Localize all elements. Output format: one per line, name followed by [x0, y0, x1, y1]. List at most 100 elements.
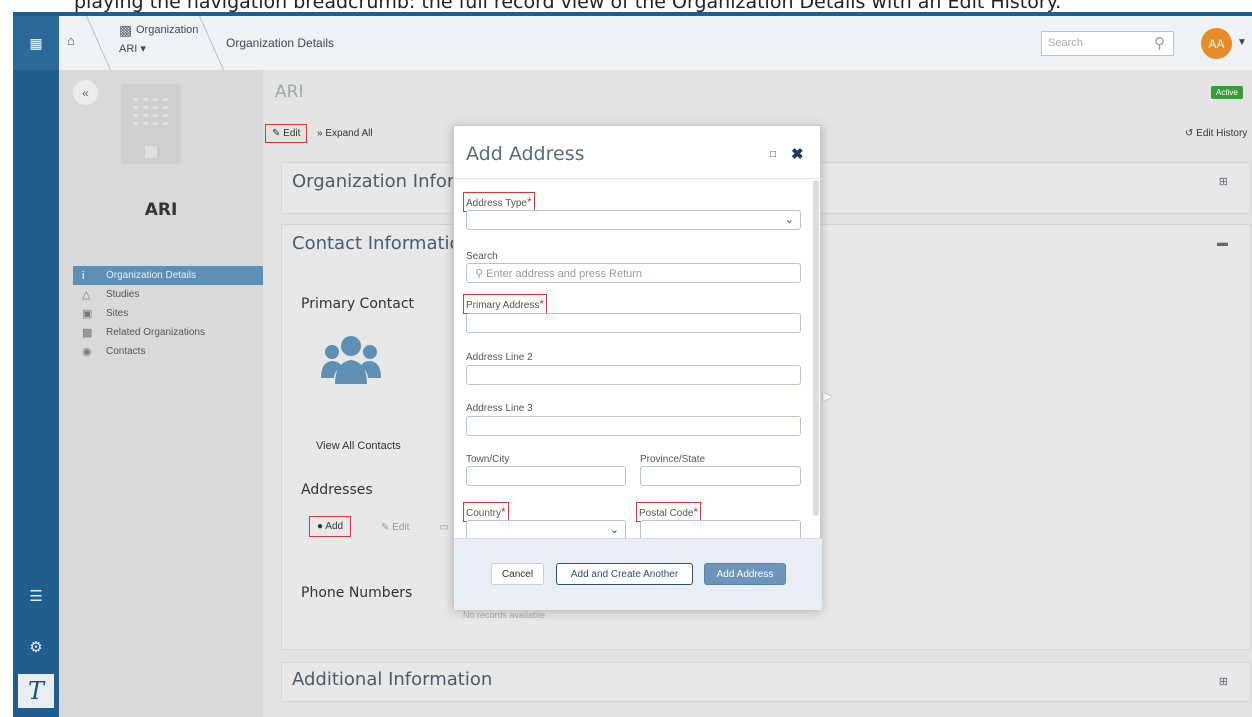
close-icon[interactable]: ✖ — [791, 145, 804, 163]
avatar[interactable]: AA — [1201, 28, 1232, 59]
add-and-create-another-button[interactable]: Add and Create Another — [556, 563, 693, 585]
crumb-separator — [185, 16, 225, 70]
additional-info-panel: Additional Information ⊞ — [281, 662, 1251, 702]
tutorial-caption: playing the navigation breadcrumb: the f… — [0, 0, 1252, 12]
country-select[interactable]: ⌄ — [466, 520, 626, 540]
plus-circle-icon: ● — [317, 521, 324, 532]
expand-all-button[interactable]: » Expand All — [317, 128, 373, 139]
collapse-sidebar-button[interactable]: « — [73, 80, 98, 105]
sidebar: « ARI i Organization Details △ Studies ▣ Si… — [59, 70, 263, 717]
app-grid-icon[interactable]: ▦ — [13, 16, 59, 70]
info-icon: i — [82, 269, 85, 282]
collapse-icon[interactable]: ▬ — [1217, 237, 1228, 249]
no-records-text: No records available — [463, 610, 546, 620]
double-chevron-icon: » — [317, 128, 323, 139]
edit-button[interactable]: ✎ Edit — [265, 124, 308, 143]
label-text: Primary Address — [466, 300, 540, 311]
section-title: Contact Information — [292, 233, 472, 254]
address-search-input[interactable]: ⚲ Enter address and press Return — [466, 263, 801, 283]
sidebar-item-label: Sites — [106, 308, 129, 319]
search-placeholder: Search — [1048, 37, 1083, 49]
chevron-down-icon[interactable]: ▼ — [1237, 37, 1247, 48]
maximize-icon[interactable]: □ — [770, 149, 776, 160]
country-label: Country* — [463, 502, 509, 522]
town-label: Town/City — [466, 454, 510, 465]
building-icon: ▩ — [82, 327, 93, 339]
search-input[interactable]: Search ⚲ — [1041, 31, 1174, 56]
mouse-cursor-icon: ▶ — [823, 389, 833, 403]
crumb-separator — [72, 16, 112, 70]
dialog-title: Add Address — [466, 143, 585, 165]
label-text: Postal Code — [639, 508, 694, 519]
sidebar-nav: i Organization Details △ Studies ▣ Sites ▩ R… — [73, 266, 263, 361]
chevron-down-icon: ⌄ — [609, 524, 619, 536]
province-label: Province/State — [640, 454, 706, 465]
search-icon: ⚲ — [475, 268, 484, 280]
pencil-icon: ✎ — [381, 522, 390, 533]
breadcrumb-org-label: Organization — [136, 24, 199, 36]
org-selector[interactable]: ARI ▾ — [119, 42, 146, 55]
edit-label: Edit — [392, 522, 410, 533]
left-rail: ☰ ⚙ T — [13, 70, 59, 717]
search-icon: ⚲ — [1154, 35, 1165, 52]
caption-text: playing the navigation breadcrumb: the f… — [74, 0, 1062, 12]
edit-address-button[interactable]: ✎ Edit — [381, 522, 409, 533]
edit-label: Edit — [283, 128, 301, 139]
required-mark: * — [693, 505, 699, 519]
province-state-field[interactable] — [640, 466, 801, 486]
trash-icon[interactable]: ▭ — [439, 522, 448, 533]
sidebar-item-organization-details[interactable]: i Organization Details — [73, 266, 263, 285]
sidebar-item-contacts[interactable]: ◉ Contacts — [73, 342, 263, 361]
app-window: ▦ ⌂ ▩ Organization ARI ▾ Organization De… — [13, 12, 1252, 717]
edit-history-button[interactable]: ↺ Edit History — [1185, 128, 1247, 139]
required-mark: * — [539, 297, 545, 311]
search-placeholder: ⚲ Enter address and press Return — [475, 267, 642, 280]
phone-numbers-heading: Phone Numbers — [301, 585, 413, 601]
org-selector-value: ARI — [119, 43, 138, 55]
sidebar-item-related-organizations[interactable]: ▩ Related Organizations — [73, 323, 263, 342]
add-address-button[interactable]: ● Add — [309, 516, 352, 537]
building-icon: ▩ — [119, 22, 133, 38]
town-city-field[interactable] — [466, 466, 626, 486]
add-address-submit-button[interactable]: Add Address — [704, 563, 786, 585]
caret-down-icon: ▾ — [140, 43, 146, 55]
required-mark: * — [526, 195, 532, 209]
home-icon[interactable]: ⌂ — [67, 33, 75, 48]
section-title: Additional Information — [292, 669, 493, 690]
dialog-footer: Cancel Add and Create Another Add Addres… — [454, 538, 822, 610]
people-icon — [321, 336, 381, 384]
gear-icon[interactable]: ⚙ — [13, 638, 59, 656]
edit-history-label: Edit History — [1196, 128, 1248, 139]
expand-icon[interactable]: ⊞ — [1219, 175, 1228, 188]
expand-icon[interactable]: ⊞ — [1219, 675, 1228, 688]
postal-code-field[interactable] — [640, 520, 801, 540]
brand-logo: T — [18, 674, 54, 708]
flask-icon: △ — [82, 289, 91, 301]
sidebar-item-studies[interactable]: △ Studies — [73, 285, 263, 304]
org-building-image — [121, 84, 181, 164]
sidebar-item-label: Related Organizations — [106, 327, 205, 338]
status-badge: Active — [1211, 86, 1243, 99]
chevron-down-icon: ⌄ — [784, 214, 794, 226]
breadcrumb-page[interactable]: Organization Details — [226, 36, 334, 50]
label-text: Country — [466, 508, 502, 519]
pencil-icon: ✎ — [272, 128, 281, 139]
sidebar-item-label: Contacts — [106, 346, 146, 357]
dialog-scrollbar[interactable] — [813, 180, 819, 516]
add-label: Add — [325, 521, 344, 532]
primary-address-field[interactable] — [466, 313, 801, 333]
view-all-contacts-link[interactable]: View All Contacts — [316, 440, 401, 452]
list-icon[interactable]: ☰ — [13, 587, 59, 605]
address-line-3-field[interactable] — [466, 416, 801, 436]
org-name: ARI — [144, 200, 178, 220]
dialog-body: Address Type* ⌄ Search ⚲ Enter address a… — [454, 178, 822, 540]
required-mark: * — [501, 505, 506, 519]
add-address-dialog: Add Address □ ✖ Address Type* ⌄ Search ⚲… — [453, 125, 822, 610]
sidebar-item-sites[interactable]: ▣ Sites — [73, 304, 263, 323]
address-line-2-field[interactable] — [466, 365, 801, 385]
address-type-label: Address Type* — [463, 192, 535, 212]
cancel-button[interactable]: Cancel — [491, 563, 544, 585]
address-type-select[interactable]: ⌄ — [466, 210, 801, 230]
sidebar-item-label: Studies — [106, 289, 140, 300]
primary-address-label: Primary Address* — [463, 294, 548, 314]
